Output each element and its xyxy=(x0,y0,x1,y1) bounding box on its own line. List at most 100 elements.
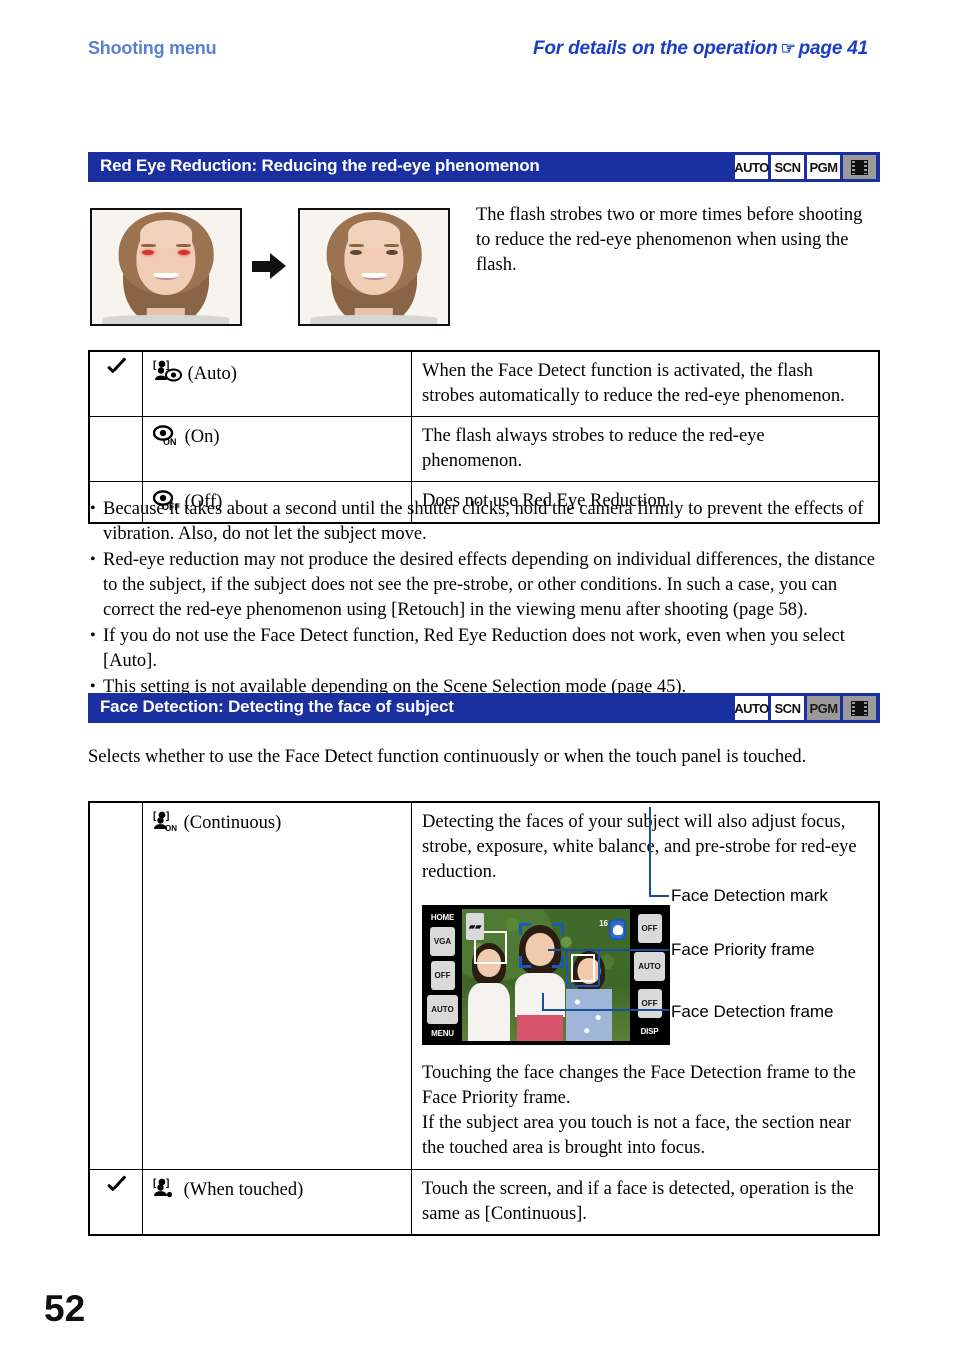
default-check-cell xyxy=(88,350,143,417)
portrait-normal-eye xyxy=(300,210,448,324)
face-detect-touch-icon: [ ] xyxy=(153,1177,179,1199)
photo-after-red-eye xyxy=(298,208,450,326)
section-header-face-detection: Face Detection: Detecting the face of su… xyxy=(88,693,880,723)
face-priority-frame xyxy=(519,923,564,968)
film-icon xyxy=(851,159,868,175)
lcd-flash-button[interactable]: AUTO xyxy=(634,951,665,981)
mode-badge-scn: SCN xyxy=(771,696,804,720)
red-eye-right xyxy=(177,249,190,256)
option-name-cell[interactable]: [ ] (When touched) xyxy=(142,1169,412,1236)
lcd-preview-scene: ▰▰ 16 xyxy=(462,909,630,1041)
running-head-right: For details on the operation ☞ page 41 xyxy=(533,38,868,60)
red-eye-notes-list: Because it takes about a second until th… xyxy=(88,496,880,701)
shoulders-shape xyxy=(102,314,230,324)
svg-text:]: ] xyxy=(166,1178,169,1189)
svg-text:]: ] xyxy=(166,360,169,371)
option-desc-cell: Touch the screen, and if a face is detec… xyxy=(411,1169,880,1236)
shots-remaining-count: 16 xyxy=(599,919,608,928)
face-detect-on-icon: [ ] ON xyxy=(153,810,179,833)
svg-text:ON: ON xyxy=(165,824,177,832)
dress xyxy=(566,989,612,1041)
lcd-disp-button[interactable]: DISP xyxy=(641,1027,659,1036)
leader-line-priority xyxy=(548,949,669,951)
face-detection-intro-text: Selects whether to use the Face Detect f… xyxy=(88,747,807,767)
lcd-left-button-column: HOME VGA OFF AUTO MENU xyxy=(423,906,462,1044)
skirt xyxy=(517,1015,563,1041)
option-label: (On) xyxy=(184,427,220,447)
smile-shape xyxy=(154,272,178,281)
corner-top-left xyxy=(519,923,531,935)
mode-badge-auto: AUTO xyxy=(734,155,769,179)
red-eye-left xyxy=(142,249,155,256)
mode-badges: AUTO SCN PGM xyxy=(734,696,876,720)
mode-badge-scn: SCN xyxy=(771,155,804,179)
eye-left xyxy=(350,249,363,256)
running-head: Shooting menu For details on the operati… xyxy=(88,38,868,68)
default-check-cell xyxy=(88,416,143,482)
lcd-macro-button[interactable]: OFF xyxy=(637,989,662,1019)
mode-badge-pgm: PGM xyxy=(807,155,840,179)
callout-face-priority-frame: Face Priority frame xyxy=(671,940,815,959)
list-item: Red-eye reduction may not produce the de… xyxy=(88,547,880,623)
lcd-touch-shutter-button[interactable]: OFF xyxy=(637,914,662,944)
face-detection-frame-blue xyxy=(566,949,600,987)
mode-badge-movie xyxy=(843,696,876,720)
eye-right xyxy=(385,249,398,256)
red-eye-intro-text: The flash strobes two or more times befo… xyxy=(476,205,863,275)
eyebrow-right xyxy=(176,244,192,247)
continuous-desc-bottom-2: If the subject area you touch is not a f… xyxy=(422,1113,851,1158)
svg-text:[: [ xyxy=(153,811,157,822)
option-desc-cell: When the Face Detect function is activat… xyxy=(411,350,880,417)
continuous-desc-top: Detecting the faces of your subject will… xyxy=(422,812,857,882)
checkmark-icon xyxy=(106,359,126,379)
clothing xyxy=(468,983,510,1041)
lcd-right-button-column: OFF AUTO OFF DISP xyxy=(630,906,669,1044)
leader-line-detection xyxy=(542,1009,669,1011)
lcd-shooting-mode-button[interactable]: AUTO xyxy=(427,994,458,1024)
face-detection-options-table: [ ] ON (Continuous) Detecting the faces … xyxy=(88,801,880,1236)
section-header-red-eye: Red Eye Reduction: Reducing the red-eye … xyxy=(88,152,880,182)
shoulders-shape xyxy=(310,314,438,324)
continuous-desc-bottom: Touching the face changes the Face Detec… xyxy=(422,1061,868,1161)
option-label: (Auto) xyxy=(187,364,237,384)
table-row: ON (On) The flash always strobes to redu… xyxy=(88,416,880,482)
eyebrow-right xyxy=(384,244,400,247)
option-desc-cell: Detecting the faces of your subject will… xyxy=(411,801,880,1170)
callout-face-detection-frame: Face Detection frame xyxy=(671,1002,834,1021)
option-label: (When touched) xyxy=(183,1180,304,1200)
option-name-cell[interactable]: [ ] ON (Continuous) xyxy=(142,801,412,1170)
page-number: 52 xyxy=(44,1288,86,1329)
running-head-page-ref: page 41 xyxy=(798,38,869,59)
running-head-left: Shooting menu xyxy=(88,38,217,58)
lcd-image-size-button[interactable]: VGA xyxy=(429,926,456,956)
default-check-cell xyxy=(88,801,143,1170)
corner-bottom-right xyxy=(552,956,564,968)
table-row: [ ] (Auto) When the Face Detect function… xyxy=(88,350,880,417)
option-name-cell[interactable]: ON (On) xyxy=(142,416,412,482)
svg-text:ON: ON xyxy=(163,437,177,446)
mode-badges: AUTO SCN PGM xyxy=(734,155,876,179)
corner-bottom-left xyxy=(519,956,531,968)
section-title: Red Eye Reduction: Reducing the red-eye … xyxy=(100,156,540,175)
table-row: [ ] (When touched) Touch the screen, and… xyxy=(88,1169,880,1236)
redeye-on-icon: ON xyxy=(152,424,180,447)
corner-top-right xyxy=(552,923,564,935)
callout-face-detection-mark: Face Detection mark xyxy=(671,886,828,905)
mode-badge-movie xyxy=(843,155,876,179)
svg-text:]: ] xyxy=(166,811,169,822)
eyebrow-left xyxy=(348,244,364,247)
section-title: Face Detection: Detecting the face of su… xyxy=(100,697,454,716)
lcd-menu-button[interactable]: MENU xyxy=(431,1029,454,1038)
checkmark-icon xyxy=(106,1177,126,1197)
smile-shape xyxy=(362,272,386,281)
arrow-shaft xyxy=(252,261,272,272)
film-icon xyxy=(851,700,868,716)
lcd-home-button[interactable]: HOME xyxy=(431,913,454,922)
leader-line-vertical-mark xyxy=(649,807,651,895)
list-item: If you do not use the Face Detect functi… xyxy=(88,623,880,674)
table-row: [ ] ON (Continuous) Detecting the faces … xyxy=(88,801,880,1170)
option-name-cell[interactable]: [ ] (Auto) xyxy=(142,350,412,417)
image-size-indicator: ▰▰ xyxy=(466,913,485,940)
lcd-self-timer-button[interactable]: OFF xyxy=(430,960,455,990)
face-redeye-auto-icon: [ ] xyxy=(153,359,183,383)
